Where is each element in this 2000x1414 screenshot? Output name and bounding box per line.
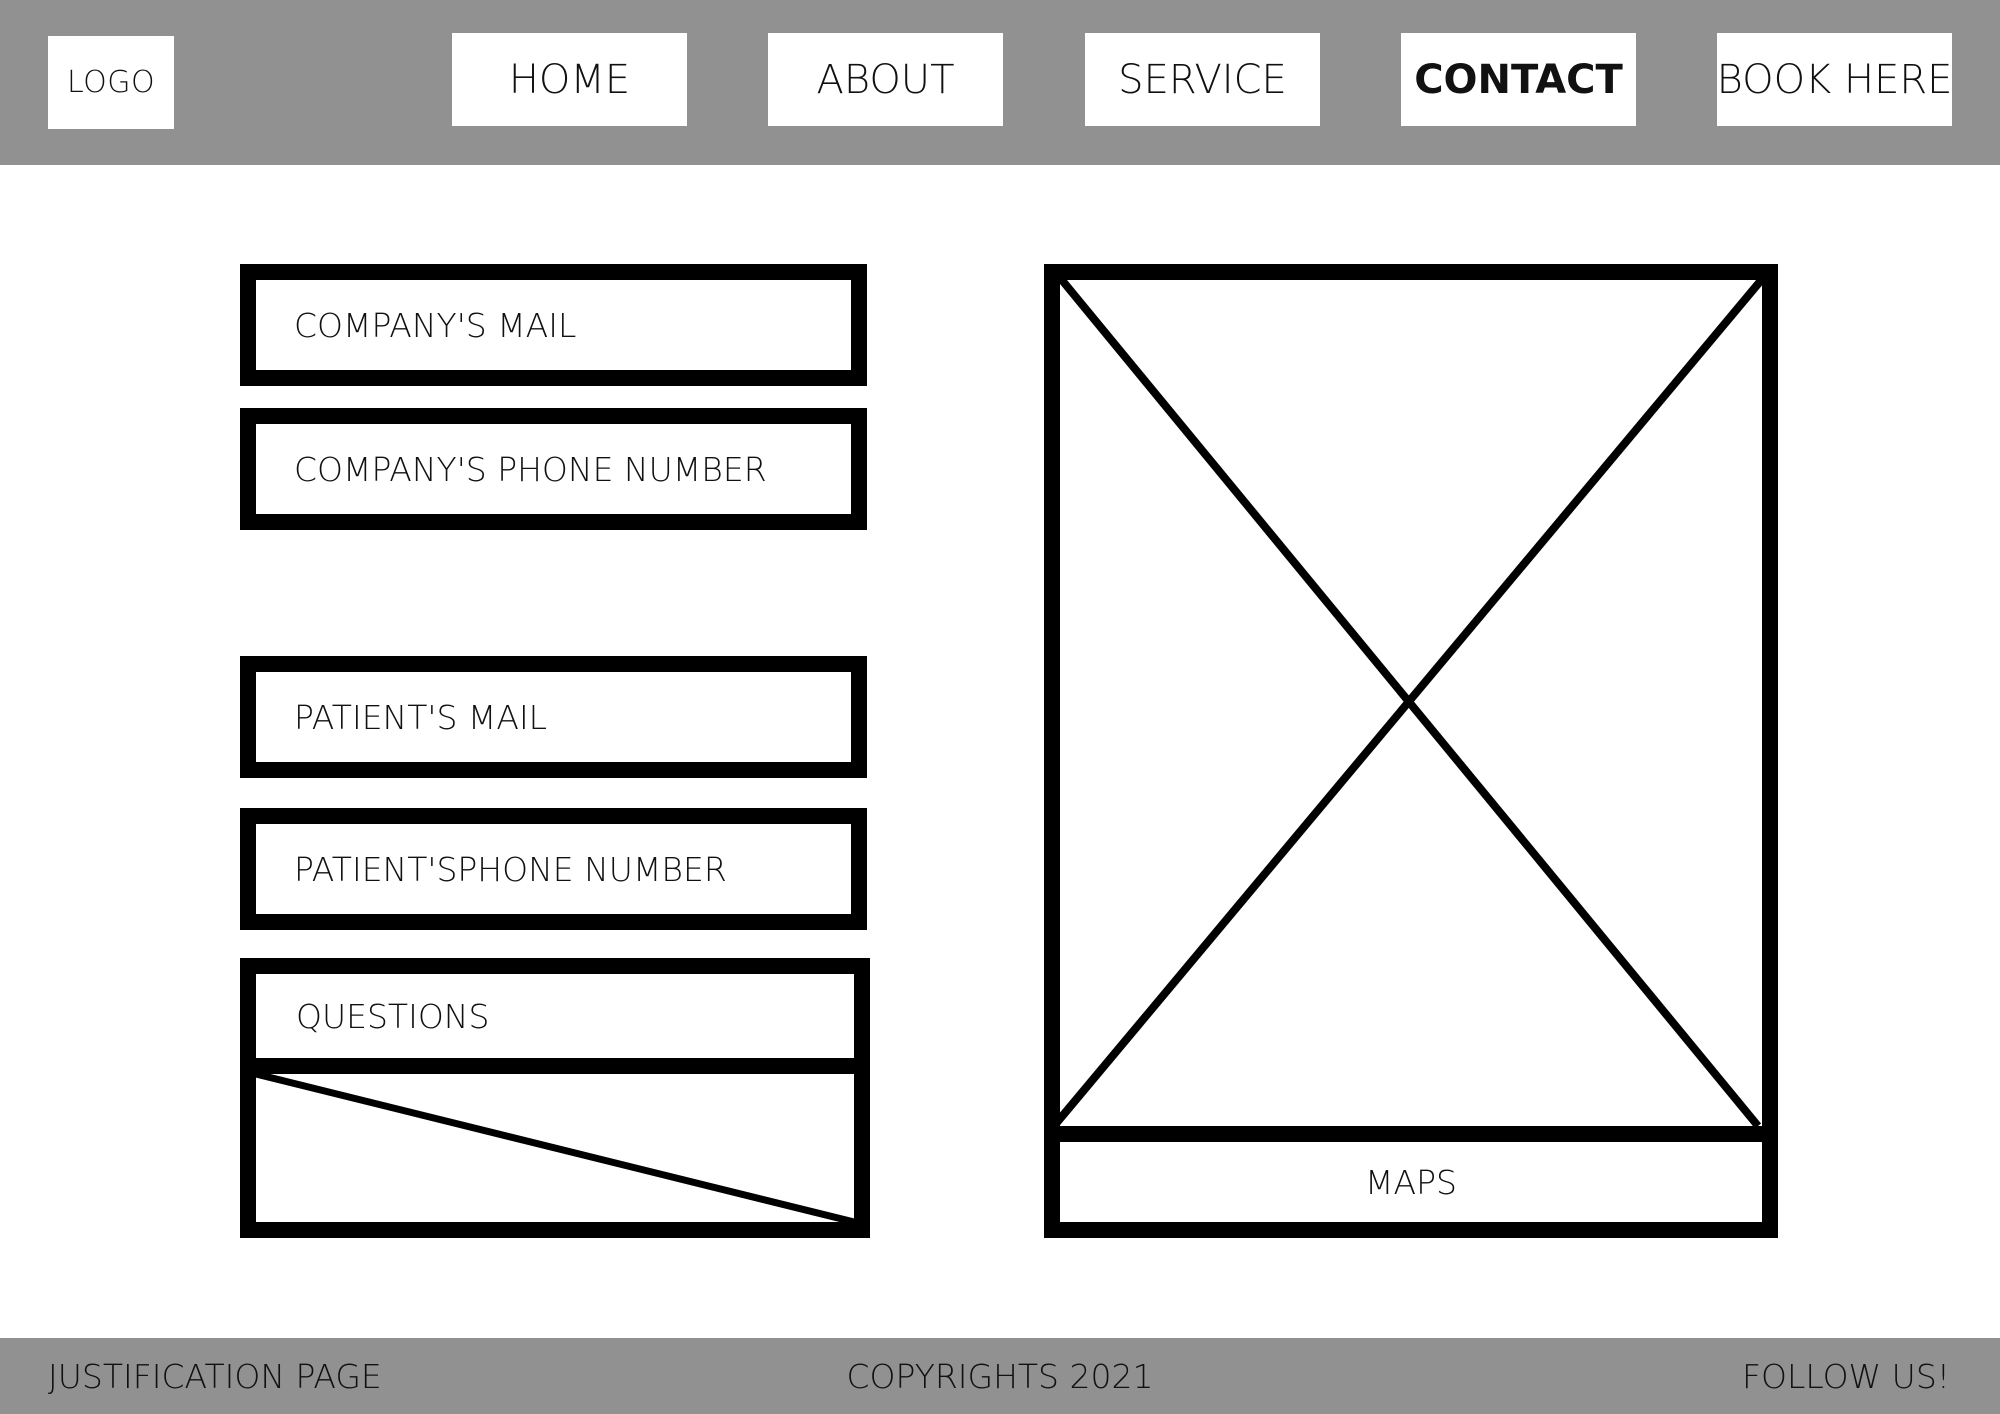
textarea-placeholder-line [256,1074,854,1222]
nav-home-button[interactable]: HOME [452,33,687,126]
patient-phone-field[interactable]: PATIENT'SPHONE NUMBER [240,808,867,930]
questions-label-row: QUESTIONS [256,974,854,1074]
map-image-placeholder[interactable] [1060,280,1762,1126]
nav-service-button[interactable]: SERVICE [1085,33,1320,126]
nav-contact-button[interactable]: CONTACT [1401,33,1636,126]
footer-bar: JUSTIFICATION PAGE COPYRIGHTS 2021 FOLLO… [0,1338,2000,1414]
questions-box: QUESTIONS [240,958,870,1238]
company-mail-field[interactable]: COMPANY'S MAIL [240,264,867,386]
company-phone-label: COMPANY'S PHONE NUMBER [294,449,767,489]
nav-book-here-button[interactable]: BOOK HERE [1717,33,1952,126]
nav-about-button[interactable]: ABOUT [768,33,1003,126]
map-panel: MAPS [1044,264,1778,1238]
maps-label: MAPS [1365,1162,1457,1202]
company-phone-field[interactable]: COMPANY'S PHONE NUMBER [240,408,867,530]
footer-copyright: COPYRIGHTS 2021 [846,1356,1154,1396]
patient-mail-field[interactable]: PATIENT'S MAIL [240,656,867,778]
top-nav-bar: LOGO HOME ABOUT SERVICE CONTACT BOOK HER… [0,0,2000,165]
questions-textarea[interactable] [256,1074,854,1222]
patient-mail-label: PATIENT'S MAIL [294,697,548,737]
footer-follow-link[interactable]: FOLLOW US! [1742,1338,1950,1414]
company-mail-label: COMPANY'S MAIL [294,305,577,345]
questions-label: QUESTIONS [296,996,490,1036]
patient-phone-label: PATIENT'SPHONE NUMBER [294,849,727,889]
logo[interactable]: LOGO [48,36,174,129]
